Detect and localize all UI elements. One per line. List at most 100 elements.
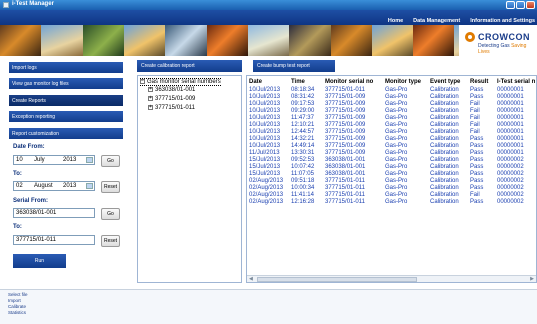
tree-node[interactable]: +377715/01-009 [148,96,195,102]
banner-photo [123,25,166,56]
tree-node[interactable]: +377715/01-011 [148,105,195,111]
table-cell: 00000002 [497,192,524,198]
run-button[interactable]: Run [13,254,66,268]
reset-button-date[interactable]: Reset [101,181,120,193]
table-cell: 377715/01-011 [325,185,365,191]
expand-icon[interactable]: + [148,87,153,92]
table-cell: 14:49:14 [291,143,315,149]
serial-from-label: Serial From: [13,198,49,204]
table-cell: 00000002 [497,199,524,205]
table-cell: Calibration [430,178,459,184]
table-cell: Gas-Pro [385,108,408,114]
reset-button-serial[interactable]: Reset [101,235,120,247]
footer-link[interactable]: Statistics [8,310,26,315]
footer-link[interactable]: Calibrate [8,304,26,309]
expand-icon[interactable]: + [148,96,153,101]
tree-node-label: 363038/01-001 [155,87,196,94]
banner-photo [371,25,414,56]
banner-photo [289,25,331,56]
collapse-icon[interactable]: − [140,79,145,84]
column-header[interactable]: Date [249,79,262,85]
banner-photo [165,25,207,56]
date-from-day-select[interactable]: 10 [13,155,33,165]
table-cell: Calibration [430,157,459,163]
date-from-year-value: 2013 [63,157,77,163]
date-from-month-select[interactable]: July [32,155,62,165]
date-from-year-select[interactable]: 2013 [61,155,95,165]
maximize-icon[interactable] [516,1,525,9]
table-cell: Calibration [430,192,459,198]
nav-exception-reporting[interactable]: Exception reporting [9,111,123,122]
table-cell: 10/Jul/2013 [249,108,281,114]
table-cell: 377715/01-011 [325,178,365,184]
table-cell: Gas-Pro [385,87,408,93]
menu-information-settings[interactable]: Information and Settings [470,18,535,24]
scrollbar-thumb[interactable] [257,277,417,282]
tree-node-label: 377715/01-011 [155,105,195,112]
tab-calibration-report[interactable]: Create calibration report [137,60,242,72]
expand-icon[interactable]: + [148,105,153,110]
date-to-day-select[interactable]: 02 [13,181,33,191]
column-header[interactable]: Event type [430,79,460,85]
column-header[interactable]: Time [291,79,305,85]
scroll-right-icon[interactable]: ▶ [530,276,534,282]
table-cell: Gas-Pro [385,129,408,135]
banner-photo [0,25,42,56]
table-cell: 00000001 [497,122,524,128]
serial-from-field[interactable]: 363038/01-001 [13,208,95,218]
dropdown-arrow-icon[interactable] [86,183,93,189]
scroll-left-icon[interactable]: ◀ [249,276,253,282]
date-to-day-value: 02 [16,183,23,189]
table-cell: 11:41:14 [291,192,314,198]
column-header[interactable]: Monitor serial no [325,79,373,85]
table-cell: 02/Aug/2013 [249,192,284,198]
table-cell: 15/Jul/2013 [249,164,281,170]
go-button-date[interactable]: Go [101,155,120,167]
tree-node[interactable]: +363038/01-001 [148,87,195,93]
menu-data-management[interactable]: Data Management [413,18,460,24]
table-cell: 12:44:57 [291,129,315,135]
banner-photo [413,25,455,56]
column-header[interactable]: Monitor type [385,79,421,85]
date-from-month-value: July [34,157,45,163]
table-cell: Gas-Pro [385,136,408,142]
photo-banner [0,25,537,56]
crowcon-logo: CROWCON Detecting Gas Saving Lives [459,25,537,56]
table-cell: 02/Aug/2013 [249,178,284,184]
footer-link[interactable]: Import [8,298,21,303]
nav-import-logs[interactable]: Import logs [9,62,123,73]
menu-home[interactable]: Home [388,18,403,24]
nav-report-customization[interactable]: Report customization [9,128,123,139]
tab-bump-test-report[interactable]: Create bump test report [253,60,335,72]
horizontal-scrollbar[interactable]: ◀ ▶ [247,275,536,282]
minimize-icon[interactable] [506,1,515,9]
table-cell: 00000002 [497,185,524,191]
date-to-year-value: 2013 [63,183,77,189]
table-cell: 10/Jul/2013 [249,143,281,149]
column-header[interactable]: Result [470,79,488,85]
menu-bar: Home Data Management Information and Set… [0,10,537,25]
table-cell: 09:51:18 [291,178,315,184]
table-cell: 10:00:34 [291,185,315,191]
tree-root[interactable]: − Gas monitor serial numbers [140,78,221,87]
table-cell: Fail [470,115,480,121]
table-cell: 00000001 [497,101,524,107]
table-cell: 14:32:21 [291,136,315,142]
go-button-serial[interactable]: Go [101,208,120,220]
column-header[interactable]: I-Test serial n [497,79,535,85]
table-cell: Gas-Pro [385,101,408,107]
window-title: i-Test Manager [12,1,54,7]
tree-root-label: Gas monitor serial numbers [147,79,221,86]
nav-view-log-files[interactable]: View gas monitor log files [9,78,123,89]
dropdown-arrow-icon[interactable] [86,157,93,163]
table-cell: 10/Jul/2013 [249,122,281,128]
table-cell: 00000002 [497,157,524,163]
date-to-year-select[interactable]: 2013 [61,181,95,191]
table-cell: 00000002 [497,171,524,177]
footer-link[interactable]: Select file [8,292,28,297]
nav-create-reports[interactable]: Create Reports [9,95,123,106]
close-icon[interactable] [526,1,535,9]
table-cell: Calibration [430,129,459,135]
date-to-month-select[interactable]: August [32,181,62,191]
serial-to-field[interactable]: 377715/01-011 [13,235,95,245]
